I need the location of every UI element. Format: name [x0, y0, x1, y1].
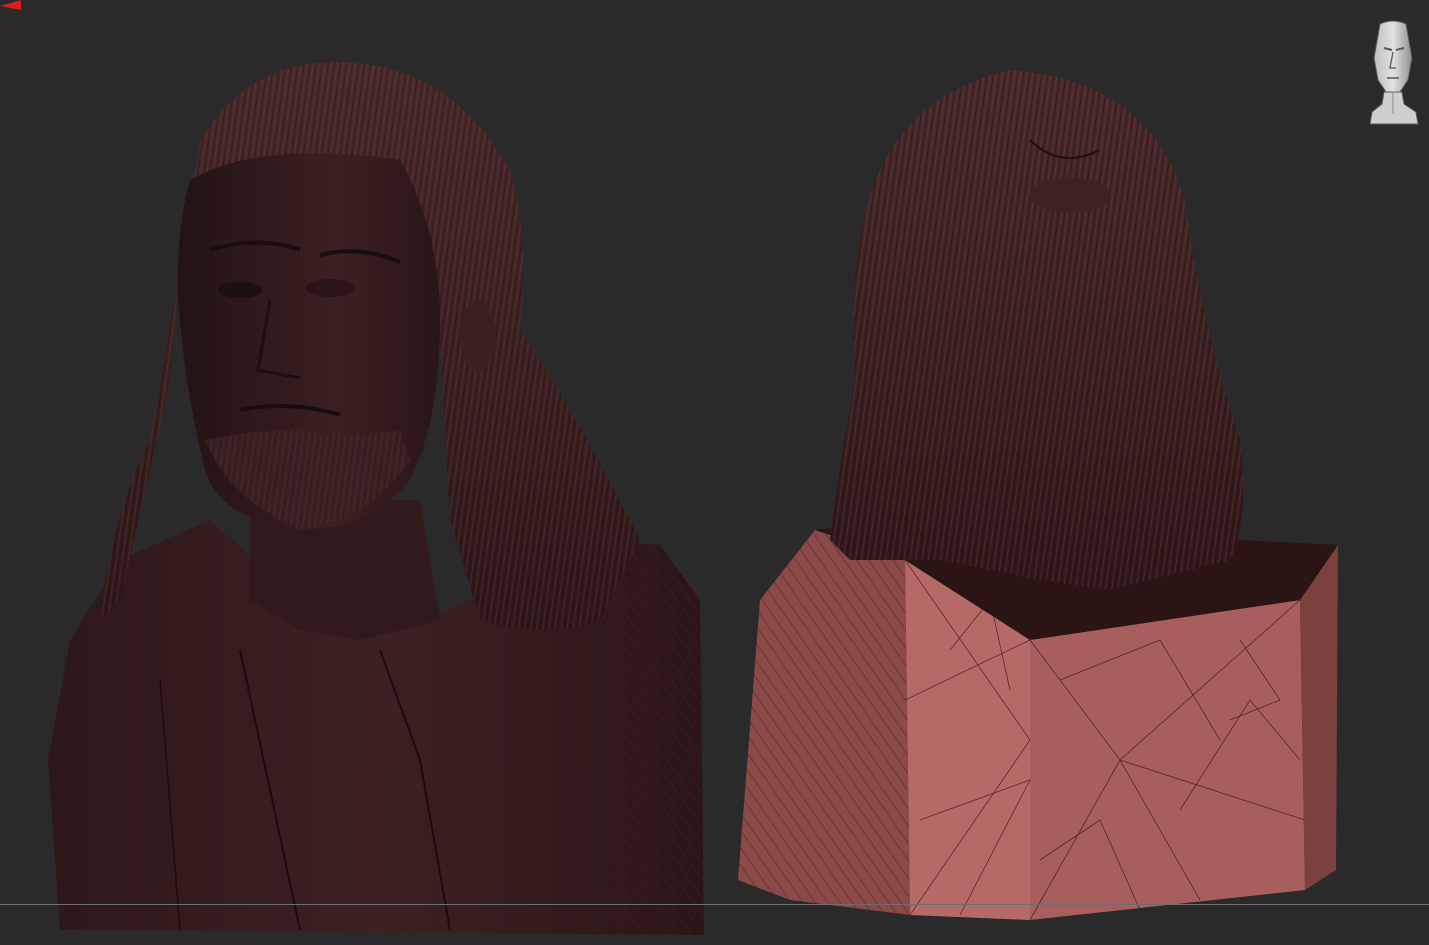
bust-front-view[interactable]: [48, 61, 704, 935]
robe-side-panel: [600, 545, 704, 935]
base-cap-right: [1030, 600, 1305, 920]
viewport-canvas[interactable]: [0, 0, 1429, 945]
corner-indicator-icon: [0, 0, 21, 10]
head-orientation-icon[interactable]: [1366, 18, 1420, 128]
3d-viewport[interactable]: [0, 0, 1429, 945]
bust-back-view[interactable]: [738, 70, 1338, 921]
floor-grid-line: [0, 904, 1429, 905]
